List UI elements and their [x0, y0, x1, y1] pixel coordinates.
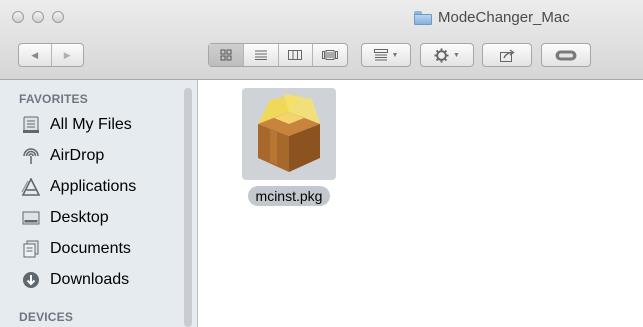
icon-view-button[interactable] [209, 44, 244, 66]
package-icon [258, 94, 320, 172]
column-view-icon [288, 50, 303, 60]
column-view-button[interactable] [279, 44, 314, 66]
window-controls [12, 11, 64, 23]
list-view-icon [254, 50, 267, 60]
chevron-down-icon: ▼ [391, 51, 399, 59]
sidebar-item-documents[interactable]: Documents [21, 236, 131, 262]
forward-arrow-icon: ▶ [63, 49, 71, 60]
sidebar-item-label: Desktop [50, 209, 109, 226]
folder-icon [414, 10, 432, 25]
forward-button[interactable]: ▶ [52, 44, 84, 66]
sidebar-scrollbar[interactable] [184, 88, 192, 327]
action-button[interactable]: ▼ [420, 43, 474, 67]
sidebar-item-label: Downloads [50, 271, 130, 288]
sidebar: FAVORITES All My Files AirDrop Applicati… [0, 80, 198, 327]
gear-icon [434, 47, 449, 63]
sidebar-item-label: Documents [50, 240, 131, 257]
back-arrow-icon: ◀ [31, 49, 39, 60]
file-item[interactable]: mcinst.pkg [237, 88, 341, 206]
airdrop-icon [21, 146, 41, 166]
documents-icon [21, 239, 41, 259]
applications-icon [21, 177, 41, 197]
devices-header: DEVICES [19, 310, 74, 324]
back-forward-control: ◀ ▶ [18, 43, 84, 67]
chevron-down-icon: ▼ [453, 51, 460, 59]
zoom-button[interactable] [52, 11, 64, 23]
downloads-icon [21, 270, 41, 290]
window-title-text: ModeChanger_Mac [438, 9, 570, 26]
sidebar-item-downloads[interactable]: Downloads [21, 267, 129, 293]
tag-pill-icon [555, 50, 577, 60]
icon-view-icon [220, 49, 232, 61]
tags-button[interactable] [541, 43, 591, 67]
file-name-label: mcinst.pkg [247, 186, 331, 206]
close-button[interactable] [12, 11, 24, 23]
sidebar-item-desktop[interactable]: Desktop [21, 205, 109, 231]
sidebar-item-label: All My Files [50, 116, 132, 133]
finder-window: ModeChanger_Mac ◀ ▶ ▼ ▼ FAVORITES All My… [0, 0, 643, 327]
share-icon [499, 48, 515, 62]
sidebar-item-applications[interactable]: Applications [21, 174, 136, 200]
sidebar-item-label: Applications [50, 178, 137, 195]
coverflow-view-button[interactable] [313, 44, 347, 66]
arrange-icon [373, 49, 388, 61]
view-mode-control [208, 43, 348, 67]
share-button[interactable] [482, 43, 532, 67]
file-thumbnail [242, 88, 336, 180]
sidebar-item-all-my-files[interactable]: All My Files [21, 112, 132, 138]
file-browser-content: mcinst.pkg [199, 80, 643, 327]
back-button[interactable]: ◀ [19, 44, 52, 66]
all-files-icon [21, 115, 41, 135]
toolbar: ModeChanger_Mac ◀ ▶ ▼ ▼ [0, 0, 643, 80]
sidebar-item-airdrop[interactable]: AirDrop [21, 143, 104, 169]
favorites-header: FAVORITES [19, 92, 88, 106]
arrange-button[interactable]: ▼ [361, 43, 411, 67]
window-title: ModeChanger_Mac [414, 9, 570, 26]
coverflow-view-icon [322, 50, 339, 60]
list-view-button[interactable] [244, 44, 279, 66]
sidebar-item-label: AirDrop [50, 147, 105, 164]
desktop-icon [21, 208, 41, 228]
minimize-button[interactable] [32, 11, 44, 23]
